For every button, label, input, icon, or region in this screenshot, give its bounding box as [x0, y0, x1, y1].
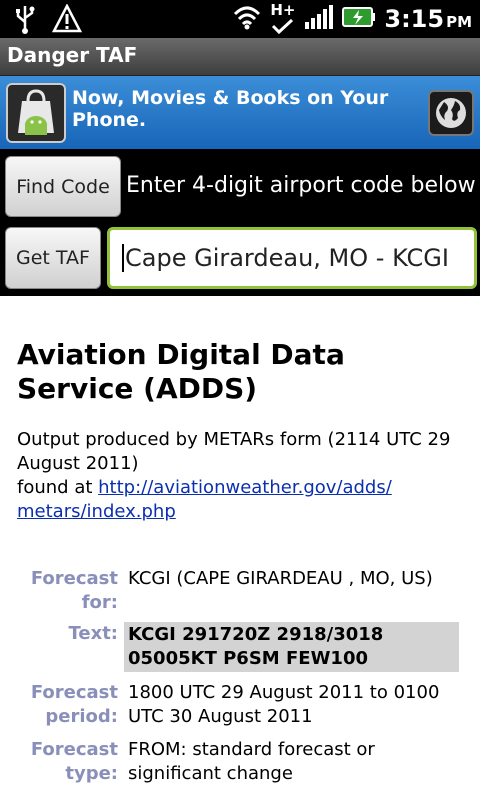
output-info: Output produced by METARs form (2114 UTC…: [17, 428, 467, 524]
page-heading: Aviation Digital Data Service (ADDS): [17, 338, 345, 405]
text-cursor: [122, 244, 124, 272]
android-market-icon: [6, 83, 66, 143]
taf-text-label: Text:: [68, 623, 118, 644]
usb-icon: [12, 4, 38, 38]
taf-web-view[interactable]: Aviation Digital Data Service (ADDS) Out…: [0, 296, 480, 800]
forecast-period-value: 1800 UTC 29 August 2011 to 0100 UTC 30 A…: [128, 682, 440, 727]
forecast-type-label: Forecast type:: [30, 739, 118, 784]
app-title: Danger TAF: [7, 43, 138, 67]
airport-code-input[interactable]: Cape Girardeau, MO - KCGI: [107, 227, 477, 289]
lookup-panel: Find Code Enter 4-digit airport code bel…: [0, 149, 480, 296]
airport-code-value: Cape Girardeau, MO - KCGI: [125, 244, 449, 272]
find-code-button[interactable]: Find Code: [5, 156, 121, 217]
forecast-for-label: Forecast for:: [30, 568, 118, 613]
ad-text: Now, Movies & Books on Your Phone.: [72, 87, 389, 131]
found-at-label: found at: [17, 477, 93, 498]
forecast-type-value: FROM: standard forecast or significant c…: [128, 739, 375, 784]
globe-icon[interactable]: [428, 90, 474, 136]
battery-charging-icon: [342, 6, 376, 32]
wifi-icon: [232, 4, 262, 34]
ad-banner[interactable]: Now, Movies & Books on Your Phone.: [0, 76, 480, 149]
warning-icon: [51, 3, 83, 38]
airport-code-hint: Enter 4-digit airport code below: [126, 173, 476, 198]
taf-text-value: KCGI 291720Z 2918/3018 05005KT P6SM FEW1…: [124, 622, 459, 672]
forecast-for-value: KCGI (CAPE GIRARDEAU , MO, US): [128, 568, 433, 589]
output-produced-text: Output produced by METARs form (2114 UTC…: [17, 429, 451, 474]
network-type-icon: H+: [270, 1, 296, 35]
status-bar: H+ 3:15 PM: [0, 0, 480, 38]
found-at-line: found at http://aviationweather.gov/adds…: [17, 476, 467, 524]
app-title-bar: Danger TAF: [0, 38, 480, 76]
signal-strength-icon: [304, 4, 334, 34]
get-taf-button[interactable]: Get TAF: [5, 227, 101, 289]
forecast-period-label: Forecast period:: [30, 682, 118, 727]
clock: 3:15 PM: [384, 5, 472, 33]
